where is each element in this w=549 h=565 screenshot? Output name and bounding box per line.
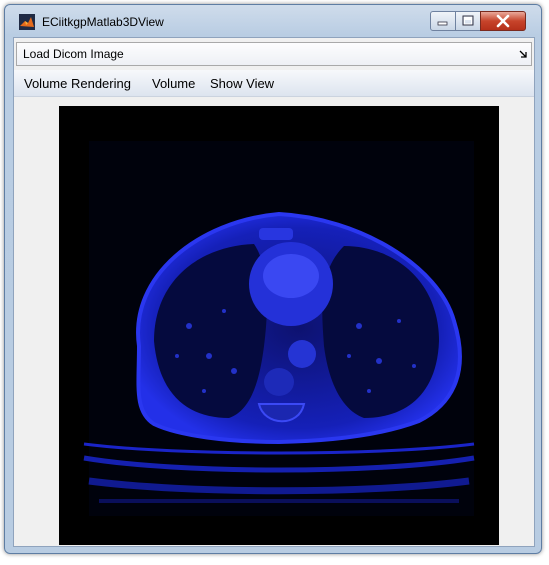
menu-volume-rendering[interactable]: Volume Rendering [24,76,131,91]
title-bar[interactable]: ECiitkgpMatlab3DView [5,5,541,37]
ct-image-viewer[interactable] [59,106,499,545]
client-area: Load Dicom Image Volume Rendering Volume… [13,37,535,547]
ct-scan-image [59,106,499,545]
minimize-icon [437,21,448,26]
close-button[interactable] [480,11,526,31]
load-dicom-panel[interactable]: Load Dicom Image [16,42,532,66]
arrow-icon[interactable] [519,50,527,58]
load-dicom-label: Load Dicom Image [23,47,124,61]
maximize-icon [462,15,474,26]
maximize-button[interactable] [455,11,481,31]
menu-bar: Volume Rendering Volume Show View [14,70,534,97]
minimize-button[interactable] [430,11,456,31]
window-title: ECiitkgpMatlab3DView [42,15,164,29]
app-window: ECiitkgpMatlab3DView Load Dicom Image Vo… [4,4,542,554]
close-icon [496,14,510,28]
menu-volume[interactable]: Volume [152,76,195,91]
menu-show-view[interactable]: Show View [210,76,274,91]
matlab-icon [19,14,35,30]
